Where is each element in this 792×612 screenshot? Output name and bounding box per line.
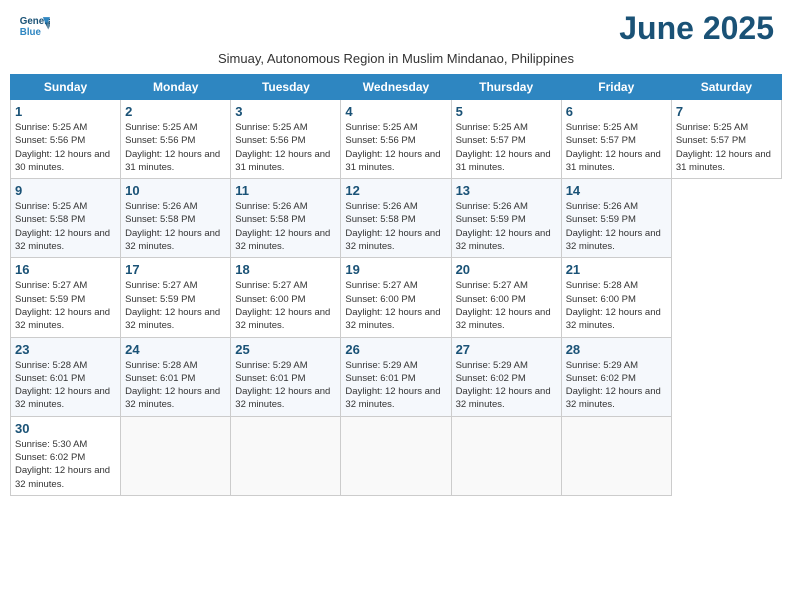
month-title: June 2025 [619, 10, 774, 47]
weekday-header-friday: Friday [561, 75, 671, 100]
day-info: Sunrise: 5:25 AMSunset: 5:57 PMDaylight:… [676, 121, 777, 174]
day-info: Sunrise: 5:29 AMSunset: 6:01 PMDaylight:… [235, 359, 336, 412]
calendar-cell [231, 416, 341, 495]
day-info: Sunrise: 5:27 AMSunset: 5:59 PMDaylight:… [15, 279, 116, 332]
day-info: Sunrise: 5:25 AMSunset: 5:58 PMDaylight:… [15, 200, 116, 253]
weekday-header-thursday: Thursday [451, 75, 561, 100]
calendar-cell: 3 Sunrise: 5:25 AMSunset: 5:56 PMDaylight… [231, 100, 341, 179]
day-number: 16 [15, 262, 116, 277]
calendar-cell [341, 416, 451, 495]
day-info: Sunrise: 5:27 AMSunset: 6:00 PMDaylight:… [456, 279, 557, 332]
day-info: Sunrise: 5:25 AMSunset: 5:56 PMDaylight:… [125, 121, 226, 174]
day-info: Sunrise: 5:25 AMSunset: 5:56 PMDaylight:… [15, 121, 116, 174]
calendar-cell: 25 Sunrise: 5:29 AMSunset: 6:01 PMDayligh… [231, 337, 341, 416]
weekday-header-saturday: Saturday [671, 75, 781, 100]
logo-icon: General Blue [18, 10, 50, 42]
day-number: 27 [456, 342, 557, 357]
day-number: 10 [125, 183, 226, 198]
day-info: Sunrise: 5:30 AMSunset: 6:02 PMDaylight:… [15, 438, 116, 491]
day-info: Sunrise: 5:26 AMSunset: 5:58 PMDaylight:… [125, 200, 226, 253]
day-number: 5 [456, 104, 557, 119]
day-number: 26 [345, 342, 446, 357]
calendar-cell [121, 416, 231, 495]
calendar-cell: 16 Sunrise: 5:27 AMSunset: 5:59 PMDayligh… [11, 258, 121, 337]
calendar-cell: 18 Sunrise: 5:27 AMSunset: 6:00 PMDayligh… [231, 258, 341, 337]
day-number: 1 [15, 104, 116, 119]
day-number: 17 [125, 262, 226, 277]
weekday-header-wednesday: Wednesday [341, 75, 451, 100]
calendar-cell: 6 Sunrise: 5:25 AMSunset: 5:57 PMDaylight… [561, 100, 671, 179]
day-info: Sunrise: 5:26 AMSunset: 5:58 PMDaylight:… [345, 200, 446, 253]
calendar-cell: 19 Sunrise: 5:27 AMSunset: 6:00 PMDayligh… [341, 258, 451, 337]
day-number: 3 [235, 104, 336, 119]
day-number: 13 [456, 183, 557, 198]
day-number: 9 [15, 183, 116, 198]
calendar-cell: 5 Sunrise: 5:25 AMSunset: 5:57 PMDaylight… [451, 100, 561, 179]
day-info: Sunrise: 5:26 AMSunset: 5:59 PMDaylight:… [456, 200, 557, 253]
day-number: 24 [125, 342, 226, 357]
calendar-cell: 28 Sunrise: 5:29 AMSunset: 6:02 PMDayligh… [561, 337, 671, 416]
day-info: Sunrise: 5:29 AMSunset: 6:02 PMDaylight:… [566, 359, 667, 412]
day-number: 21 [566, 262, 667, 277]
calendar-cell: 23 Sunrise: 5:28 AMSunset: 6:01 PMDayligh… [11, 337, 121, 416]
calendar-cell: 12 Sunrise: 5:26 AMSunset: 5:58 PMDayligh… [341, 179, 451, 258]
day-number: 4 [345, 104, 446, 119]
calendar-cell: 17 Sunrise: 5:27 AMSunset: 5:59 PMDayligh… [121, 258, 231, 337]
calendar-cell: 26 Sunrise: 5:29 AMSunset: 6:01 PMDayligh… [341, 337, 451, 416]
day-info: Sunrise: 5:27 AMSunset: 6:00 PMDaylight:… [345, 279, 446, 332]
subtitle: Simuay, Autonomous Region in Muslim Mind… [10, 51, 782, 66]
day-number: 11 [235, 183, 336, 198]
calendar-cell: 20 Sunrise: 5:27 AMSunset: 6:00 PMDayligh… [451, 258, 561, 337]
day-info: Sunrise: 5:29 AMSunset: 6:01 PMDaylight:… [345, 359, 446, 412]
weekday-header-tuesday: Tuesday [231, 75, 341, 100]
day-info: Sunrise: 5:27 AMSunset: 5:59 PMDaylight:… [125, 279, 226, 332]
day-number: 25 [235, 342, 336, 357]
day-info: Sunrise: 5:28 AMSunset: 6:00 PMDaylight:… [566, 279, 667, 332]
calendar-cell: 27 Sunrise: 5:29 AMSunset: 6:02 PMDayligh… [451, 337, 561, 416]
day-number: 28 [566, 342, 667, 357]
day-info: Sunrise: 5:25 AMSunset: 5:57 PMDaylight:… [566, 121, 667, 174]
calendar-cell: 14 Sunrise: 5:26 AMSunset: 5:59 PMDayligh… [561, 179, 671, 258]
svg-text:Blue: Blue [20, 27, 42, 38]
day-info: Sunrise: 5:25 AMSunset: 5:57 PMDaylight:… [456, 121, 557, 174]
calendar-cell [451, 416, 561, 495]
calendar-cell: 13 Sunrise: 5:26 AMSunset: 5:59 PMDayligh… [451, 179, 561, 258]
day-number: 6 [566, 104, 667, 119]
day-number: 30 [15, 421, 116, 436]
day-number: 20 [456, 262, 557, 277]
day-number: 23 [15, 342, 116, 357]
calendar-cell: 11 Sunrise: 5:26 AMSunset: 5:58 PMDayligh… [231, 179, 341, 258]
day-info: Sunrise: 5:26 AMSunset: 5:59 PMDaylight:… [566, 200, 667, 253]
calendar-cell: 21 Sunrise: 5:28 AMSunset: 6:00 PMDayligh… [561, 258, 671, 337]
logo: General Blue [18, 10, 50, 42]
day-number: 14 [566, 183, 667, 198]
header: General Blue June 2025 [10, 10, 782, 47]
day-info: Sunrise: 5:29 AMSunset: 6:02 PMDaylight:… [456, 359, 557, 412]
calendar: SundayMondayTuesdayWednesdayThursdayFrid… [10, 74, 782, 496]
calendar-cell: 9 Sunrise: 5:25 AMSunset: 5:58 PMDaylight… [11, 179, 121, 258]
day-info: Sunrise: 5:28 AMSunset: 6:01 PMDaylight:… [125, 359, 226, 412]
day-number: 19 [345, 262, 446, 277]
calendar-cell: 4 Sunrise: 5:25 AMSunset: 5:56 PMDaylight… [341, 100, 451, 179]
calendar-cell: 7 Sunrise: 5:25 AMSunset: 5:57 PMDaylight… [671, 100, 781, 179]
calendar-cell: 2 Sunrise: 5:25 AMSunset: 5:56 PMDaylight… [121, 100, 231, 179]
weekday-header-sunday: Sunday [11, 75, 121, 100]
day-info: Sunrise: 5:28 AMSunset: 6:01 PMDaylight:… [15, 359, 116, 412]
calendar-cell: 24 Sunrise: 5:28 AMSunset: 6:01 PMDayligh… [121, 337, 231, 416]
weekday-header-monday: Monday [121, 75, 231, 100]
day-number: 18 [235, 262, 336, 277]
calendar-cell: 1 Sunrise: 5:25 AMSunset: 5:56 PMDaylight… [11, 100, 121, 179]
day-info: Sunrise: 5:25 AMSunset: 5:56 PMDaylight:… [235, 121, 336, 174]
day-number: 7 [676, 104, 777, 119]
calendar-cell [561, 416, 671, 495]
day-info: Sunrise: 5:27 AMSunset: 6:00 PMDaylight:… [235, 279, 336, 332]
day-info: Sunrise: 5:25 AMSunset: 5:56 PMDaylight:… [345, 121, 446, 174]
day-info: Sunrise: 5:26 AMSunset: 5:58 PMDaylight:… [235, 200, 336, 253]
day-number: 12 [345, 183, 446, 198]
day-number: 2 [125, 104, 226, 119]
calendar-cell: 30 Sunrise: 5:30 AMSunset: 6:02 PMDayligh… [11, 416, 121, 495]
calendar-cell: 10 Sunrise: 5:26 AMSunset: 5:58 PMDayligh… [121, 179, 231, 258]
